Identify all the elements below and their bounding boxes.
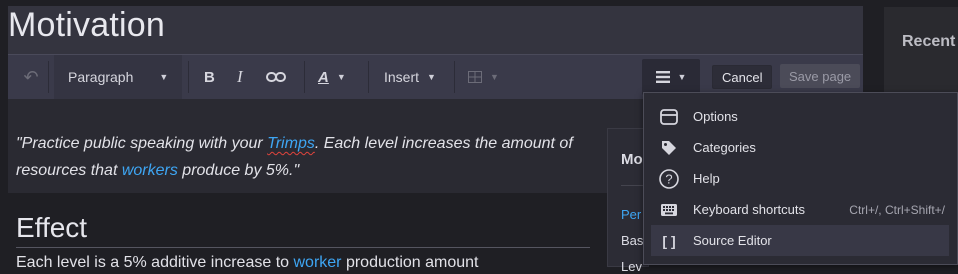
cancel-button[interactable]: Cancel <box>712 65 773 89</box>
menu-item-label: Categories <box>693 140 756 155</box>
quote-text: produce by 5%." <box>177 162 300 179</box>
toolbar-divider <box>188 61 189 93</box>
trimps-link[interactable]: Trimps <box>267 135 315 152</box>
chevron-down-icon: ▼ <box>159 72 169 82</box>
text-style-dropdown[interactable]: A ▼ <box>318 55 354 99</box>
chevron-down-icon: ▼ <box>490 72 499 82</box>
menu-item-label: Source Editor <box>693 233 772 248</box>
worker-link[interactable]: worker <box>293 254 341 271</box>
insert-dropdown[interactable]: Insert ▼ <box>384 55 444 99</box>
effect-paragraph[interactable]: Each level is a 5% additive increase to … <box>16 254 478 272</box>
keyboard-shortcut-hint: Ctrl+/, Ctrl+Shift+/ <box>849 202 945 217</box>
paragraph-format-dropdown[interactable]: Paragraph ▼ <box>54 55 182 99</box>
table-dropdown[interactable]: ▼ <box>468 55 508 99</box>
save-page-button[interactable]: Save page <box>780 64 861 88</box>
menu-item-keyboard-shortcuts[interactable]: Keyboard shortcuts Ctrl+/, Ctrl+Shift+/ <box>651 194 949 225</box>
menu-item-label: Keyboard shortcuts <box>693 202 806 217</box>
link-button[interactable] <box>266 55 288 99</box>
brackets-icon: [ ] <box>662 232 676 249</box>
keyboard-icon <box>658 199 680 221</box>
heading-divider <box>16 247 590 248</box>
menu-item-label: Help <box>693 171 720 186</box>
toolbar-divider <box>48 61 49 93</box>
infobox-title: Mo <box>621 151 643 168</box>
chevron-down-icon: ▼ <box>427 72 436 82</box>
menu-item-help[interactable]: ? Help <box>651 163 949 194</box>
table-icon <box>468 71 482 83</box>
quote-paragraph[interactable]: "Practice public speaking with your Trim… <box>16 130 596 184</box>
effect-text: Each level is a 5% additive increase to <box>16 254 294 271</box>
help-icon: ? <box>658 168 680 190</box>
link-icon <box>266 72 286 82</box>
quote-text: "Practice public speaking with your <box>16 135 268 152</box>
workers-link[interactable]: workers <box>122 162 178 179</box>
page-options-menu: Options Categories ? Help Keyboard short… <box>643 92 958 265</box>
toolbar-divider <box>304 61 305 93</box>
toolbar-divider <box>368 61 369 93</box>
menu-item-options[interactable]: Options <box>651 101 949 132</box>
tag-icon <box>658 137 680 159</box>
undo-icon[interactable]: ↶ <box>20 55 42 99</box>
menu-item-categories[interactable]: Categories <box>651 132 949 163</box>
infobox-row[interactable]: Per <box>621 207 641 222</box>
bold-button[interactable]: B <box>204 55 218 99</box>
page-options-menu-button[interactable]: ▼ <box>642 59 700 95</box>
page-title: Motivation <box>8 6 165 44</box>
svg-text:?: ? <box>665 171 672 186</box>
toolbar-divider <box>454 61 455 93</box>
chevron-down-icon: ▼ <box>336 72 346 82</box>
infobox-row: Lev <box>621 259 642 274</box>
insert-label: Insert <box>384 69 420 85</box>
effect-text: production amount <box>341 254 479 271</box>
italic-button[interactable]: I <box>237 55 251 99</box>
effect-heading: Effect <box>16 212 88 243</box>
text-style-icon: A <box>318 68 329 86</box>
menu-item-source-editor[interactable]: [ ] Source Editor <box>651 225 949 256</box>
menu-item-label: Options <box>693 109 738 124</box>
infobox-row: Bas <box>621 233 644 248</box>
recent-heading: Recent <box>902 33 956 50</box>
window-icon <box>658 106 680 128</box>
chevron-down-icon: ▼ <box>677 72 687 82</box>
hamburger-icon <box>655 71 670 83</box>
paragraph-format-label: Paragraph <box>68 69 134 85</box>
